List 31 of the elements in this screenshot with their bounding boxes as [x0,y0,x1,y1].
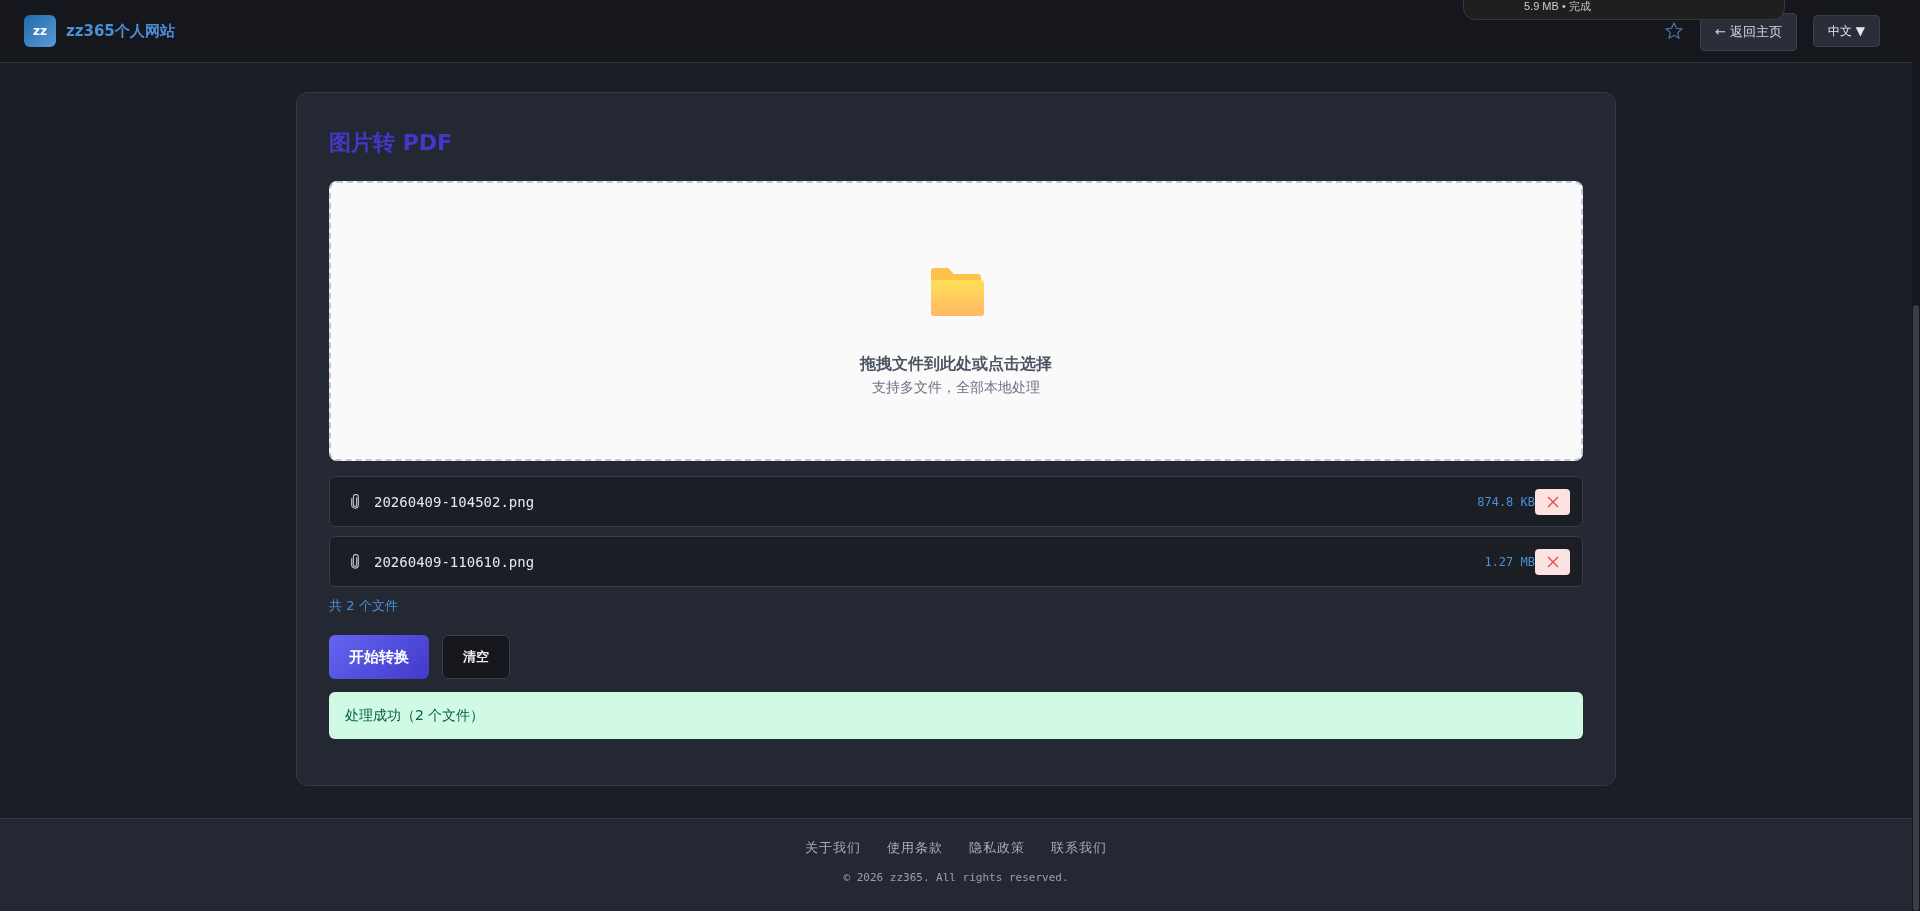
drop-zone-hint: 支持多文件，全部本地处理 [872,379,1040,397]
site-name[interactable]: zz365个人网站 [66,21,175,41]
download-status: 5.9 MB • 完成 [1524,0,1591,14]
footer-link[interactable]: 关于我们 [805,839,861,857]
footer-link[interactable]: 联系我们 [1051,839,1107,857]
file-name: 20260409-104502.png [374,493,536,510]
clear-button[interactable]: 清空 [442,635,510,679]
tool-title: 图片转 PDF [329,129,454,157]
footer-link[interactable]: 使用条款 [887,839,943,857]
scrollbar-thumb[interactable] [1913,305,1919,911]
close-icon [1546,555,1559,568]
paperclip-icon [350,494,360,509]
scrollbar[interactable] [1912,0,1920,911]
paperclip-icon [350,554,360,569]
folder-icon [928,265,984,317]
remove-file-button[interactable] [1535,488,1570,515]
footer-link[interactable]: 隐私政策 [969,839,1025,857]
star-icon[interactable] [1663,21,1684,41]
file-size: 874.8 KB [1477,494,1535,509]
close-icon [1546,495,1559,508]
file-count: 共 2 个文件 [329,597,399,615]
drop-zone[interactable]: 拖拽文件到此处或点击选择 支持多文件，全部本地处理 [329,181,1583,461]
success-message: 处理成功（2 个文件） [329,692,1583,739]
drop-zone-title: 拖拽文件到此处或点击选择 [860,353,1052,375]
remove-file-button[interactable] [1535,548,1570,575]
file-size: 1.27 MB [1484,554,1535,569]
copyright-text: © 2026 zz365. All rights reserved. [843,871,1069,884]
convert-button[interactable]: 开始转换 [329,635,429,679]
file-name: 20260409-110610.png [374,553,536,570]
language-button[interactable]: 中文 ▼ [1812,15,1880,47]
site-logo[interactable]: zz [24,15,56,47]
